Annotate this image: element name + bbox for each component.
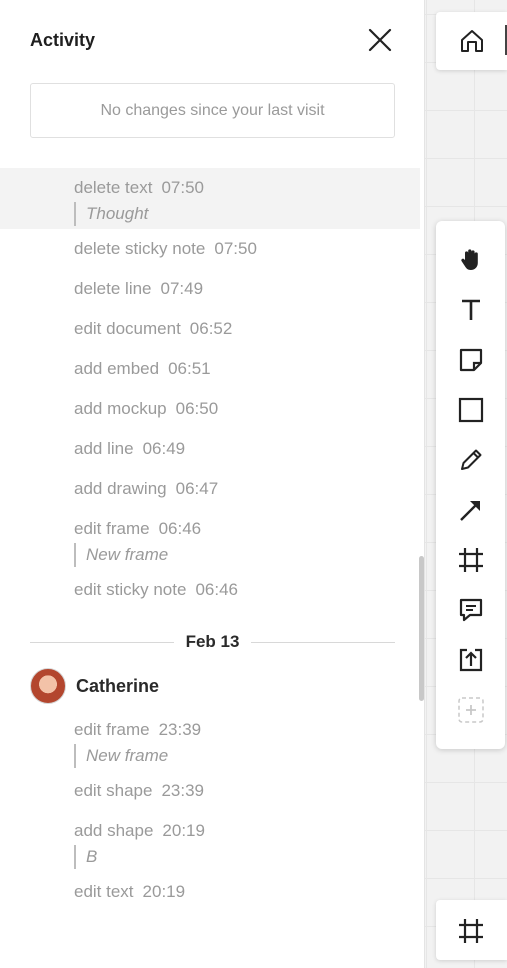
frames-button[interactable] [456, 916, 486, 946]
entry-time: 06:52 [189, 319, 233, 338]
rectangle-icon [458, 397, 484, 423]
activity-panel: Activity No changes since your last visi… [0, 0, 425, 968]
sticky-note-icon [459, 348, 483, 372]
text-tool-button[interactable] [456, 295, 486, 325]
activity-entry[interactable]: delete line 07:49 [0, 269, 420, 309]
entry-action: add line [74, 439, 134, 458]
pen-tool-button[interactable] [456, 445, 486, 475]
close-icon [368, 28, 392, 52]
creation-toolbar [436, 221, 505, 749]
entry-action: add drawing [74, 479, 167, 498]
entry-quote-text: New frame [86, 746, 169, 765]
home-button[interactable] [458, 27, 486, 55]
close-button[interactable] [366, 26, 394, 54]
entry-time: 06:46 [158, 519, 202, 538]
activity-entry[interactable]: delete sticky note 07:50 [0, 229, 420, 269]
entry-quote: New frame [74, 741, 420, 771]
entry-time: 07:49 [160, 279, 204, 298]
entry-time: 23:39 [158, 720, 202, 739]
text-icon [462, 299, 480, 320]
arrow-icon [460, 501, 480, 521]
frame-tool-button[interactable] [456, 545, 486, 575]
entry-time: 23:39 [161, 781, 204, 800]
activity-entry[interactable]: edit sticky note 06:46 [0, 570, 420, 610]
entry-time: 20:19 [142, 882, 186, 901]
activity-entry[interactable]: edit frame 23:39 New frame [0, 710, 420, 771]
entry-action: edit shape [74, 781, 153, 800]
activity-entry[interactable]: delete text 07:50 Thought [0, 168, 420, 229]
pen-icon [461, 449, 482, 470]
entry-action: delete line [74, 279, 152, 298]
user-row: Catherine [0, 662, 420, 710]
comment-icon [459, 598, 483, 622]
entry-time: 07:50 [214, 239, 257, 258]
entry-time: 06:50 [175, 399, 219, 418]
entry-action: delete sticky note [74, 239, 206, 258]
entry-action: edit frame [74, 519, 150, 538]
sticky-note-tool-button[interactable] [456, 345, 486, 375]
activity-feed: delete text 07:50 Thought delete sticky n… [0, 168, 420, 912]
upload-tool-button[interactable] [456, 645, 486, 675]
hand-icon [461, 249, 478, 270]
entry-time: 06:47 [175, 479, 219, 498]
entry-time: 20:19 [162, 821, 205, 840]
shape-tool-button[interactable] [456, 395, 486, 425]
add-more-icon [458, 697, 484, 723]
user-name: Catherine [76, 675, 160, 696]
comment-tool-button[interactable] [456, 595, 486, 625]
activity-entry[interactable]: add line 06:49 [0, 429, 420, 469]
more-tools-button[interactable] [456, 695, 486, 725]
panel-title: Activity [30, 30, 96, 50]
no-changes-notice: No changes since your last visit [30, 83, 395, 138]
entry-action: edit text [74, 882, 134, 901]
frame-icon [459, 548, 483, 572]
activity-entry[interactable]: add embed 06:51 [0, 349, 420, 389]
home-icon [461, 30, 483, 52]
entry-action: add embed [74, 359, 160, 378]
activity-entry[interactable]: edit frame 06:46 New frame [0, 509, 420, 570]
date-label: Feb 13 [185, 632, 240, 651]
scrollbar[interactable] [419, 556, 424, 701]
activity-entry[interactable]: add shape 20:19 B [0, 811, 420, 872]
entry-quote-text: New frame [86, 545, 169, 564]
activity-entry[interactable]: edit shape 23:39 [0, 771, 420, 811]
hand-tool-button[interactable] [456, 245, 486, 275]
entry-action: edit frame [74, 720, 150, 739]
frame-icon [459, 919, 483, 943]
entry-time: 06:51 [168, 359, 211, 378]
entry-action: add mockup [74, 399, 167, 418]
entry-time: 06:49 [142, 439, 186, 458]
entry-action: add shape [74, 821, 154, 840]
entry-quote-text: B [86, 847, 98, 866]
entry-quote-text: Thought [86, 204, 149, 223]
upload-icon [459, 648, 483, 672]
date-separator: Feb 13 [30, 622, 396, 662]
connection-line-tool-button[interactable] [456, 495, 486, 525]
activity-entry[interactable]: edit document 06:52 [0, 309, 420, 349]
avatar [30, 668, 66, 704]
entry-quote: Thought [74, 199, 420, 229]
entry-action: edit sticky note [74, 580, 187, 599]
home-card [436, 12, 507, 70]
entry-action: edit document [74, 319, 181, 338]
entry-time: 07:50 [161, 178, 204, 197]
entry-time: 06:46 [195, 580, 238, 599]
frames-panel-card [436, 900, 507, 960]
entry-quote: New frame [74, 540, 420, 570]
entry-action: delete text [74, 178, 153, 197]
activity-entry[interactable]: add mockup 06:50 [0, 389, 420, 429]
activity-entry[interactable]: add drawing 06:47 [0, 469, 420, 509]
activity-entry[interactable]: edit text 20:19 [0, 872, 420, 912]
